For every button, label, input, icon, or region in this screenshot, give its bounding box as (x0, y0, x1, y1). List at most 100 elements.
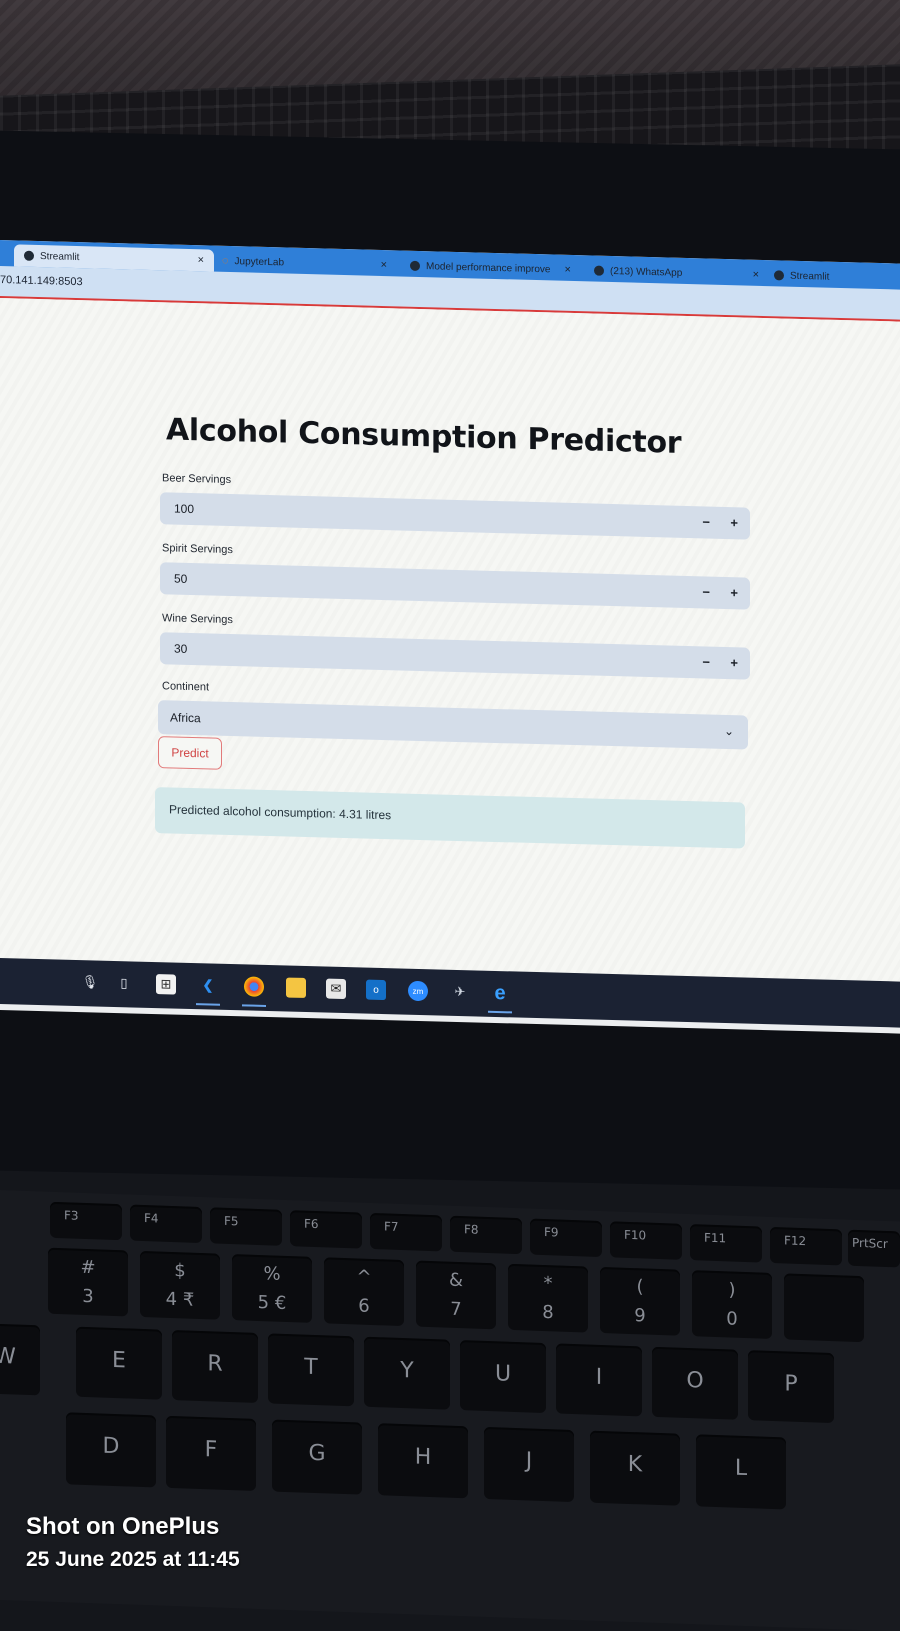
key-f4[interactable]: F4 (130, 1204, 202, 1244)
key-label: E (112, 1347, 126, 1374)
predict-button[interactable]: Predict (158, 736, 222, 770)
key-f9[interactable]: F9 (530, 1218, 602, 1258)
prediction-result: Predicted alcohol consumption: 4.31 litr… (155, 787, 745, 849)
continent-select[interactable]: Africa ⌄ (158, 700, 748, 750)
key-g[interactable]: G (272, 1419, 362, 1495)
key-label: T (304, 1354, 318, 1381)
key-e[interactable]: E (76, 1326, 162, 1400)
key-label: W (0, 1343, 16, 1370)
store-icon[interactable]: ⊞ (156, 974, 176, 995)
continent-value: Africa (170, 710, 201, 726)
outlook-icon[interactable]: o (366, 979, 386, 1001)
chrome-icon[interactable] (244, 976, 264, 997)
key-label: F (204, 1437, 218, 1463)
key-u[interactable]: U (460, 1340, 546, 1414)
close-icon[interactable]: × (753, 269, 759, 281)
key-label: ) (728, 1279, 736, 1301)
key-f5[interactable]: F5 (210, 1207, 282, 1246)
key-8[interactable]: * 8 (508, 1263, 588, 1333)
close-icon[interactable]: × (565, 264, 571, 276)
watermark-date: 25 June 2025 at 11:45 (26, 1548, 240, 1571)
spirit-servings-input[interactable]: 50 − + (160, 562, 750, 610)
key-f8[interactable]: F8 (450, 1215, 522, 1255)
key-l[interactable]: L (696, 1434, 786, 1510)
prediction-text: Predicted alcohol consumption: 4.31 litr… (169, 802, 392, 823)
key-r[interactable]: R (172, 1330, 258, 1404)
key-p[interactable]: P (748, 1350, 834, 1424)
spirit-increment-button[interactable]: + (730, 585, 738, 600)
key-label: $ (174, 1260, 186, 1282)
key-j[interactable]: J (484, 1426, 574, 1503)
jupyter-favicon-icon: ◌ (222, 254, 229, 267)
tab-label: Streamlit (790, 270, 830, 283)
key-label: # (80, 1256, 96, 1279)
key-7[interactable]: & 7 (416, 1260, 496, 1330)
key-label: F8 (464, 1222, 479, 1237)
key-minus[interactable] (784, 1273, 864, 1343)
key-i[interactable]: I (556, 1343, 642, 1417)
app-icon[interactable]: ✈ (450, 982, 470, 1003)
key-label: 6 (358, 1295, 370, 1317)
key-f11[interactable]: F11 (690, 1224, 762, 1263)
active-app-indicator (196, 1003, 220, 1006)
key-3[interactable]: #3 (48, 1247, 128, 1317)
beer-servings-input[interactable]: 100 − + (160, 492, 750, 540)
task-view-icon[interactable]: ▯ (114, 973, 134, 994)
beer-increment-button[interactable]: + (730, 515, 738, 530)
beer-servings-label: Beer Servings (162, 472, 232, 487)
beer-decrement-button[interactable]: − (702, 514, 710, 529)
key-f3[interactable]: F3 (50, 1201, 122, 1241)
wine-servings-input[interactable]: 30 − + (160, 632, 750, 680)
key-0[interactable]: ) 0 (692, 1270, 772, 1339)
spirit-servings-value: 50 (174, 571, 188, 586)
key-5[interactable]: % 5 € (232, 1254, 312, 1323)
wine-increment-button[interactable]: + (730, 655, 738, 670)
key-f10[interactable]: F10 (610, 1221, 682, 1260)
microphone-icon[interactable]: 🎙 (80, 972, 100, 993)
file-explorer-icon[interactable] (286, 977, 306, 999)
key-h[interactable]: H (378, 1423, 468, 1499)
key-o[interactable]: O (652, 1346, 738, 1420)
key-label: 7 (450, 1298, 462, 1321)
key-d[interactable]: D (66, 1412, 156, 1488)
watermark-brand: Shot on OnePlus (26, 1513, 220, 1540)
spirit-servings-label: Spirit Servings (162, 542, 233, 557)
close-icon[interactable]: × (198, 254, 204, 266)
key-y[interactable]: Y (364, 1336, 450, 1410)
key-label: & (448, 1269, 464, 1292)
mail-icon[interactable]: ✉ (326, 978, 346, 1000)
key-prtscr[interactable]: PrtScr (848, 1229, 900, 1268)
streamlit-favicon-icon (24, 250, 34, 261)
tab-streamlit-2[interactable]: Streamlit (774, 264, 884, 289)
tab-label: Streamlit (40, 250, 80, 263)
key-label: K (627, 1451, 643, 1478)
key-f[interactable]: F (166, 1415, 256, 1491)
key-label: 5 € (257, 1291, 287, 1314)
key-label: F7 (384, 1219, 399, 1234)
key-9[interactable]: (9 (600, 1266, 680, 1336)
key-k[interactable]: K (590, 1430, 680, 1506)
close-icon[interactable]: × (381, 259, 387, 271)
key-label: F11 (704, 1230, 727, 1246)
key-label: PrtScr (852, 1235, 888, 1252)
zoom-icon[interactable]: zm (408, 980, 428, 1002)
chatgpt-favicon-icon (410, 260, 420, 271)
spirit-decrement-button[interactable]: − (702, 584, 710, 599)
vscode-icon[interactable]: ❮ (198, 975, 218, 996)
key-4[interactable]: $4 ₹ (140, 1250, 220, 1320)
key-label: % (263, 1263, 281, 1285)
key-f12[interactable]: F12 (770, 1226, 842, 1266)
beer-servings-value: 100 (174, 501, 195, 517)
chevron-down-icon: ⌄ (723, 723, 734, 739)
wine-decrement-button[interactable]: − (702, 654, 710, 669)
key-label: P (784, 1371, 798, 1397)
edge-icon[interactable]: e (490, 981, 510, 1003)
key-t[interactable]: T (268, 1333, 354, 1407)
key-label: ^ (356, 1266, 372, 1288)
key-f6[interactable]: F6 (290, 1210, 362, 1249)
key-f7[interactable]: F7 (370, 1212, 442, 1252)
key-w[interactable]: W (0, 1322, 40, 1396)
key-label: 8 (542, 1301, 554, 1324)
key-label: F3 (64, 1208, 79, 1223)
key-6[interactable]: ^ 6 (324, 1257, 404, 1327)
